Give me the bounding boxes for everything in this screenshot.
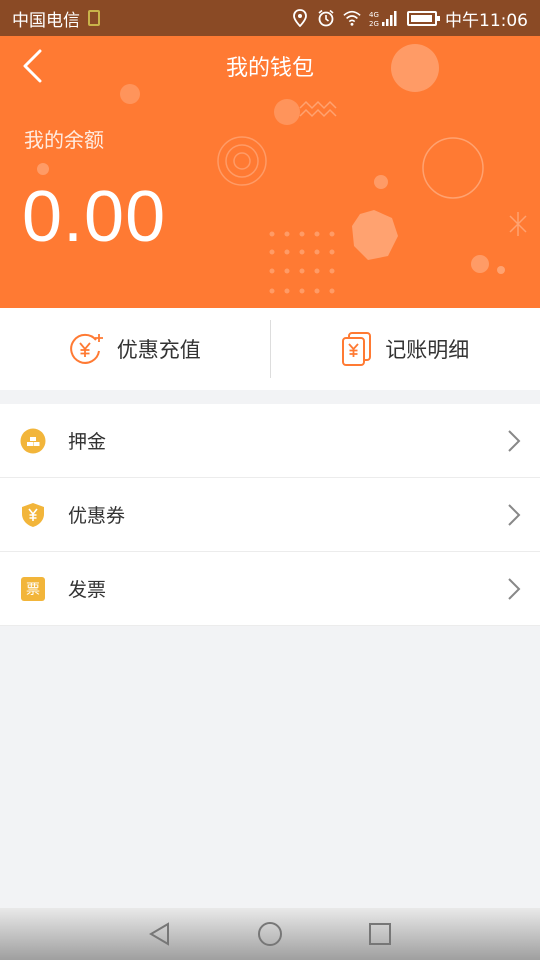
list-item-label: 押金	[68, 431, 107, 453]
carrier-label: 中国电信	[12, 10, 80, 31]
clock: 中午11:06	[445, 10, 528, 31]
coupon-shield-icon	[20, 502, 46, 528]
svg-text:4G: 4G	[369, 11, 379, 19]
bill-details-button[interactable]: 记账明细	[271, 308, 540, 390]
recharge-button[interactable]: 优惠充值	[0, 308, 270, 390]
chevron-right-icon	[508, 577, 521, 600]
list-item-deposit[interactable]: 押金	[0, 404, 540, 478]
nav-home-icon[interactable]	[257, 921, 283, 947]
list-item-invoice[interactable]: 票 发票	[0, 552, 540, 626]
yuan-sparkle-icon	[69, 333, 103, 364]
page-title: 我的钱包	[225, 56, 314, 81]
location-icon	[293, 9, 307, 27]
balance-label: 我的余额	[24, 128, 104, 152]
battery-icon	[407, 10, 440, 26]
wallet-header: 我的钱包 我的余额 0.00	[0, 36, 540, 308]
wallet-actions: 优惠充值 记账明细	[0, 308, 540, 390]
alarm-icon	[318, 9, 334, 27]
balance-value: 0.00	[22, 177, 167, 257]
chevron-right-icon	[508, 429, 521, 452]
list-item-coupon[interactable]: 优惠券	[0, 478, 540, 552]
list-item-label: 发票	[68, 579, 107, 601]
nav-back-icon[interactable]	[147, 921, 173, 947]
wifi-icon	[343, 10, 361, 26]
bill-icon	[342, 332, 372, 366]
deposit-icon	[20, 428, 46, 454]
sim-card-icon	[88, 10, 100, 26]
wallet-menu-list: 押金 优惠券 票 发票	[0, 404, 540, 626]
recharge-label: 优惠充值	[116, 338, 201, 362]
status-bar: 中国电信 4G 2G 中午11:06	[0, 0, 540, 36]
list-item-label: 优惠券	[68, 505, 126, 527]
bill-details-label: 记账明细	[385, 338, 470, 362]
nav-recents-icon[interactable]	[367, 921, 393, 947]
invoice-icon-glyph: 票	[26, 582, 40, 598]
svg-text:2G: 2G	[369, 20, 379, 27]
signal-icon: 4G 2G	[369, 11, 397, 27]
invoice-icon: 票	[20, 576, 46, 602]
system-nav-bar	[0, 908, 540, 960]
chevron-right-icon	[508, 503, 521, 526]
